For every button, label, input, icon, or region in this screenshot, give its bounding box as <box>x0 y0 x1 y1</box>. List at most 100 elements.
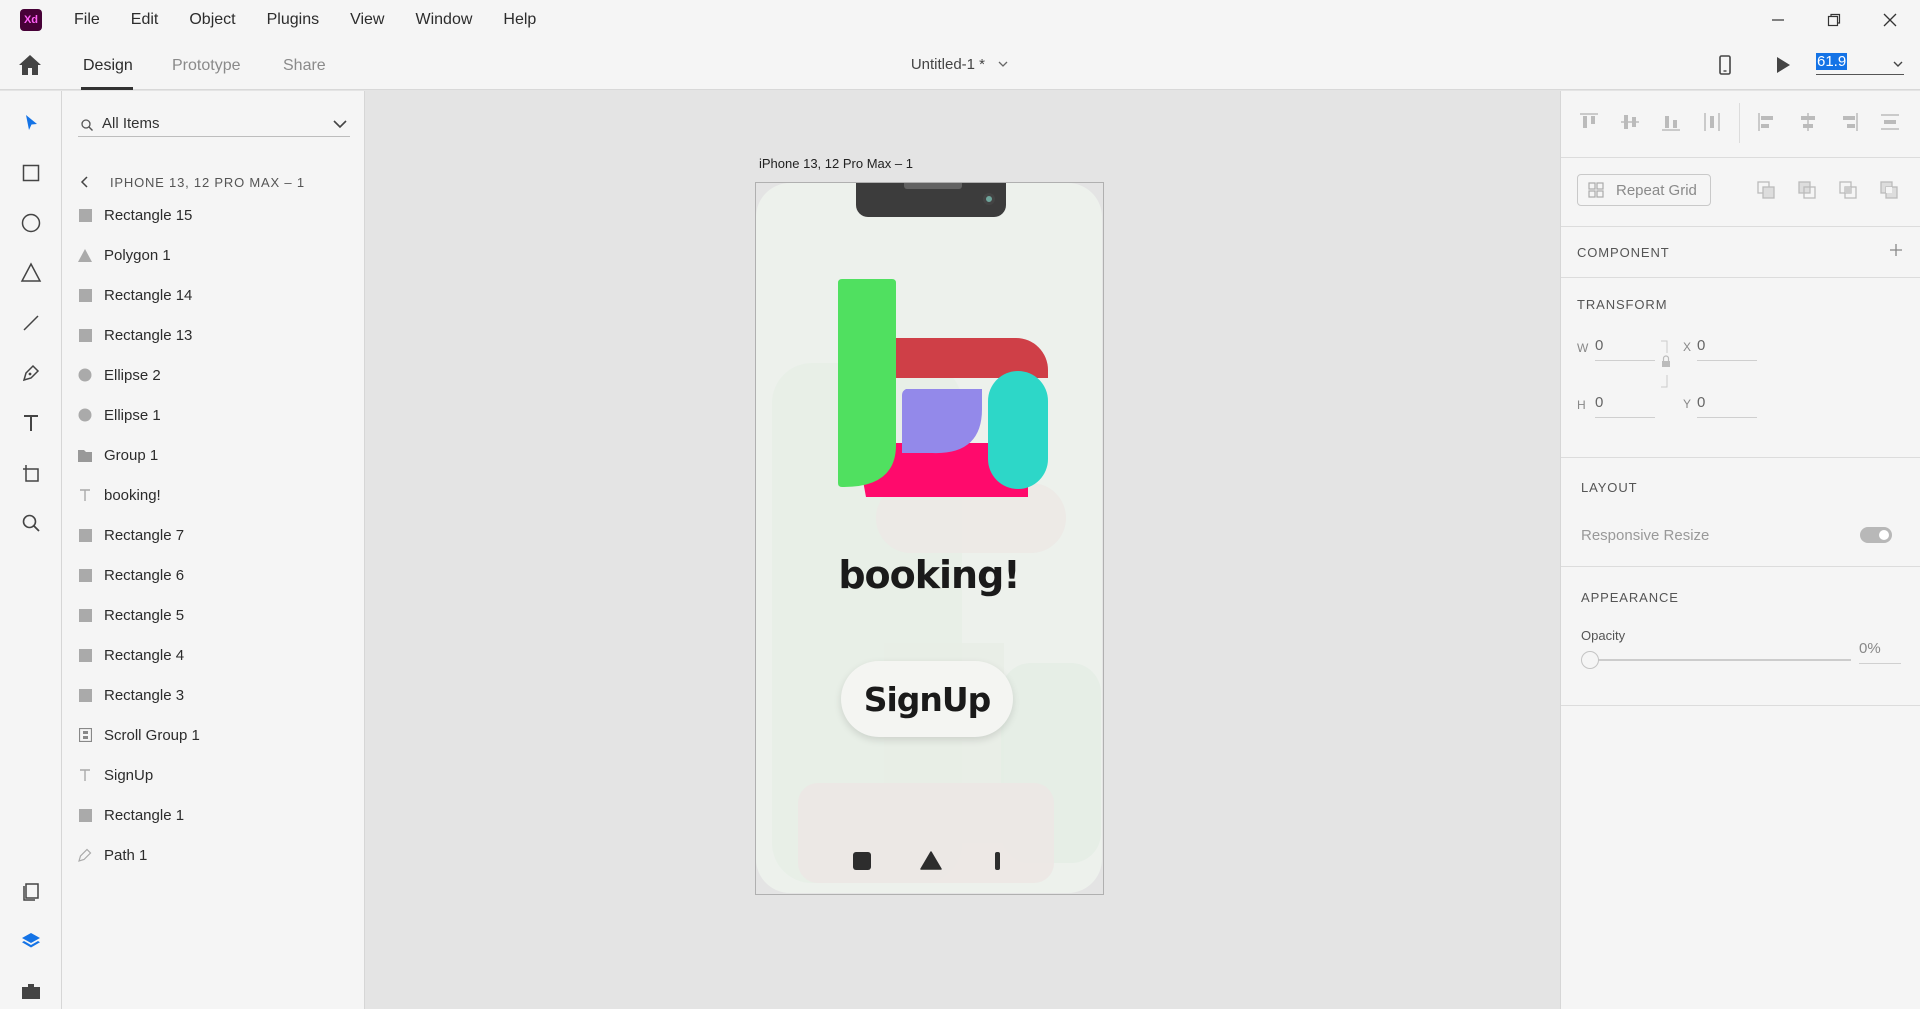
document-title[interactable]: Untitled-1 * <box>0 56 1920 73</box>
select-tool-icon[interactable] <box>18 110 44 136</box>
layer-label: Rectangle 1 <box>104 806 185 824</box>
ellipse-tool-icon[interactable] <box>18 210 44 236</box>
layer-item[interactable]: Group 1 <box>78 444 158 466</box>
artboard[interactable]: booking! SignUp <box>755 182 1104 895</box>
artboard-label[interactable]: iPhone 13, 12 Pro Max – 1 <box>759 156 913 171</box>
plugins-icon[interactable] <box>18 978 44 1004</box>
play-icon[interactable] <box>1773 54 1793 80</box>
x-label: X <box>1683 340 1692 354</box>
rectangle-icon <box>78 288 92 302</box>
boolean-intersect-icon[interactable] <box>1837 179 1859 201</box>
chevron-down-icon <box>998 61 1008 67</box>
line-nav-icon[interactable] <box>995 851 1001 871</box>
rectangle-icon <box>78 648 92 662</box>
polygon-tool-icon[interactable] <box>18 260 44 286</box>
divider <box>1561 226 1920 227</box>
chevron-down-icon[interactable] <box>1892 59 1904 69</box>
align-middle-icon[interactable] <box>1619 111 1641 133</box>
rectangle-icon <box>78 688 92 702</box>
slider-thumb[interactable] <box>1581 651 1599 669</box>
rectangle-icon <box>78 808 92 822</box>
boolean-subtract-icon[interactable] <box>1796 179 1818 201</box>
width-input[interactable]: 0 <box>1595 337 1655 361</box>
tool-rail <box>0 91 62 1009</box>
layer-item[interactable]: Rectangle 15 <box>78 204 192 226</box>
boolean-add-icon[interactable] <box>1755 179 1777 201</box>
layer-item[interactable]: booking! <box>78 484 161 506</box>
pen-tool-icon[interactable] <box>18 360 44 386</box>
layer-item[interactable]: Ellipse 1 <box>78 404 161 426</box>
align-left-icon[interactable] <box>1756 111 1778 133</box>
align-right-icon[interactable] <box>1838 111 1860 133</box>
layer-item[interactable]: Rectangle 7 <box>78 524 184 546</box>
layer-item[interactable]: Rectangle 4 <box>78 644 184 666</box>
layer-item[interactable]: Polygon 1 <box>78 244 171 266</box>
boolean-exclude-icon[interactable] <box>1878 179 1900 201</box>
distribute-horizontal-icon[interactable] <box>1879 111 1901 133</box>
menu-plugins[interactable]: Plugins <box>267 11 319 29</box>
close-icon[interactable] <box>1862 0 1918 40</box>
menu-file[interactable]: File <box>74 11 100 29</box>
layers-panel: All Items IPHONE 13, 12 PRO MAX – 1 Rect… <box>62 91 365 1009</box>
menu-object[interactable]: Object <box>189 11 235 29</box>
opacity-slider[interactable] <box>1581 651 1851 669</box>
menu-bar: Xd File Edit Object Plugins View Window … <box>0 0 1920 40</box>
layer-item[interactable]: SignUp <box>78 764 153 786</box>
line-tool-icon[interactable] <box>18 310 44 336</box>
lock-aspect-icon[interactable] <box>1659 339 1671 393</box>
menu-window[interactable]: Window <box>415 11 472 29</box>
menu-edit[interactable]: Edit <box>131 11 159 29</box>
restore-icon[interactable] <box>1806 0 1862 40</box>
rectangle-tool-icon[interactable] <box>18 160 44 186</box>
align-bottom-icon[interactable] <box>1660 111 1682 133</box>
layer-item[interactable]: Rectangle 5 <box>78 604 184 626</box>
layer-item[interactable]: Rectangle 14 <box>78 284 192 306</box>
menu-view[interactable]: View <box>350 11 384 29</box>
distribute-vertical-icon[interactable] <box>1701 111 1723 133</box>
align-top-icon[interactable] <box>1578 111 1600 133</box>
add-component-icon[interactable] <box>1888 242 1904 258</box>
layer-label: Rectangle 14 <box>104 286 193 304</box>
layer-item[interactable]: Ellipse 2 <box>78 364 161 386</box>
x-input[interactable]: 0 <box>1697 337 1757 361</box>
chevron-down-icon[interactable] <box>332 118 348 130</box>
responsive-resize-label: Responsive Resize <box>1581 527 1710 544</box>
back-arrow-icon[interactable] <box>80 175 90 189</box>
rectangle-icon <box>78 208 92 222</box>
transform-heading: TRANSFORM <box>1577 297 1668 312</box>
y-input[interactable]: 0 <box>1697 394 1757 418</box>
layer-item[interactable]: Rectangle 1 <box>78 804 184 826</box>
artboard-tool-icon[interactable] <box>18 460 44 486</box>
divider <box>1561 566 1920 567</box>
menu-help[interactable]: Help <box>503 11 536 29</box>
repeat-grid-button[interactable]: Repeat Grid <box>1577 174 1711 206</box>
signup-button[interactable]: SignUp <box>841 661 1013 737</box>
filter-label: All Items <box>102 115 160 132</box>
opacity-input[interactable]: 0% <box>1859 640 1901 664</box>
layer-item[interactable]: Path 1 <box>78 844 147 866</box>
responsive-resize-toggle[interactable] <box>1860 527 1892 543</box>
toolbar: Design Prototype Share Untitled-1 * 61.9 <box>0 40 1920 90</box>
height-input[interactable]: 0 <box>1595 394 1655 418</box>
layer-item[interactable]: Rectangle 6 <box>78 564 184 586</box>
document-title-text: Untitled-1 * <box>910 56 986 73</box>
zoom-tool-icon[interactable] <box>18 510 44 536</box>
minimize-icon[interactable] <box>1750 0 1806 40</box>
zoom-input[interactable]: 61.9 <box>1816 53 1904 75</box>
divider <box>1561 157 1920 158</box>
layer-item[interactable]: Rectangle 3 <box>78 684 184 706</box>
layer-label: Rectangle 5 <box>104 606 185 624</box>
mobile-preview-icon[interactable] <box>1715 54 1735 80</box>
layer-item[interactable]: Scroll Group 1 <box>78 724 200 746</box>
layers-filter[interactable]: All Items <box>78 111 350 137</box>
text-tool-icon[interactable] <box>18 410 44 436</box>
scroll-group-icon <box>78 728 92 742</box>
square-nav-icon[interactable] <box>852 851 872 871</box>
breadcrumb: IPHONE 13, 12 PRO MAX – 1 <box>110 175 305 190</box>
document-assets-icon[interactable] <box>18 878 44 904</box>
align-center-icon[interactable] <box>1797 111 1819 133</box>
layers-icon[interactable] <box>18 928 44 954</box>
triangle-nav-icon[interactable] <box>920 851 942 871</box>
layer-label: Rectangle 13 <box>104 326 193 344</box>
layer-item[interactable]: Rectangle 13 <box>78 324 192 346</box>
